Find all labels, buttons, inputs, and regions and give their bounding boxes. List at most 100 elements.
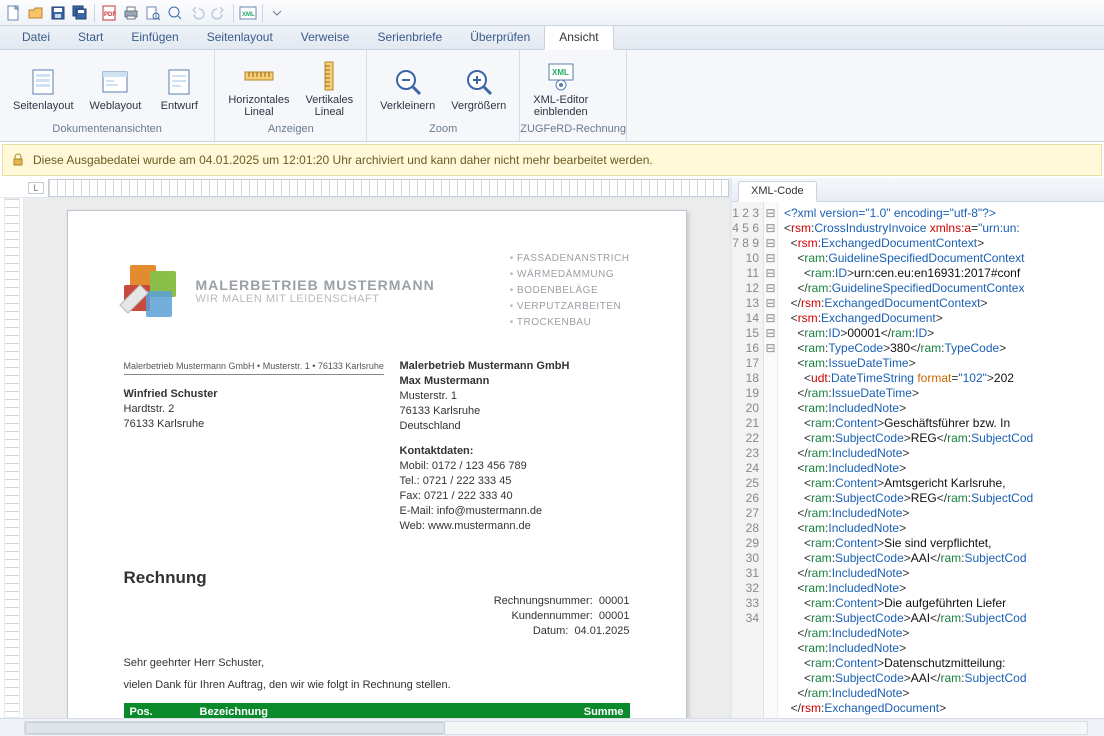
- save-icon[interactable]: [48, 3, 68, 23]
- sender-block: Malerbetrieb Mustermann GmbH Max Musterm…: [400, 359, 630, 534]
- scrollbar-track[interactable]: [24, 721, 1088, 735]
- sender-email: E-Mail: info@mustermann.de: [400, 504, 630, 519]
- archive-notice-text: Diese Ausgabedatei wurde am 04.01.2025 u…: [33, 153, 653, 167]
- save-all-icon[interactable]: [70, 3, 90, 23]
- ribbon-button-label: Entwurf: [161, 100, 198, 112]
- ribbon-group: Seitenlayout Weblayout Entwurf Dokumentenan…: [0, 50, 215, 141]
- h-ruler-icon: [243, 60, 275, 92]
- date-label: Datum:: [533, 625, 568, 637]
- sender-street: Musterstr. 1: [400, 389, 630, 404]
- xml-icon[interactable]: XML: [238, 3, 258, 23]
- xml-fold-gutter[interactable]: ⊟ ⊟ ⊟ ⊟ ⊟ ⊟ ⊟ ⊟ ⊟ ⊟: [764, 202, 778, 718]
- cust-no: 00001: [599, 610, 630, 622]
- service-item: BODENBELÄGE: [510, 283, 630, 299]
- vergroessern-button[interactable]: Vergrößern: [444, 61, 513, 117]
- horizontal-scrollbar[interactable]: [0, 718, 1104, 736]
- brand-name: MALERBETRIEB MUSTERMANN: [196, 277, 435, 293]
- th-pos: Pos.: [124, 703, 194, 718]
- separator: [233, 4, 234, 22]
- page-layout-icon: [27, 66, 59, 98]
- document-pane: L: [0, 178, 732, 718]
- web-layout-icon: [99, 66, 131, 98]
- tab-datei[interactable]: Datei: [8, 26, 64, 49]
- xml-editor-button[interactable]: XML XML-Editoreinblenden: [526, 55, 595, 123]
- cust-no-label: Kundennummer:: [511, 610, 592, 622]
- recipient-street: Hardtstr. 2: [124, 402, 384, 417]
- ribbon-button-label: Verkleinern: [380, 100, 435, 112]
- archive-notice: Diese Ausgabedatei wurde am 04.01.2025 u…: [2, 144, 1102, 176]
- scrollbar-thumb[interactable]: [25, 722, 445, 734]
- ribbon-button-label: HorizontalesLineal: [228, 94, 289, 118]
- document-page: MALERBETRIEB MUSTERMANN WIR MALEN MIT LE…: [67, 210, 687, 718]
- h-ruler-body[interactable]: [48, 179, 729, 197]
- svg-text:XML: XML: [242, 12, 255, 18]
- svg-text:XML: XML: [552, 68, 569, 77]
- vertical-ruler[interactable]: [0, 198, 24, 718]
- v-lineal-button[interactable]: VertikalesLineal: [298, 55, 360, 123]
- xml-gutter: 1 2 3 4 5 6 7 8 9 10 11 12 13 14 15 16 1…: [732, 202, 764, 718]
- xml-editor[interactable]: 1 2 3 4 5 6 7 8 9 10 11 12 13 14 15 16 1…: [732, 202, 1104, 718]
- ribbon-group: XMLXML-EditoreinblendenZUGFeRD-Rechnung: [520, 50, 627, 141]
- sender-company: Malerbetrieb Mustermann GmbH: [400, 359, 630, 374]
- document-canvas[interactable]: MALERBETRIEB MUSTERMANN WIR MALEN MIT LE…: [24, 198, 729, 718]
- xml-editor-icon: XML: [545, 60, 577, 92]
- contacts-header: Kontaktdaten:: [400, 444, 630, 459]
- tab-verweise[interactable]: Verweise: [287, 26, 364, 49]
- ribbon-group-caption: Dokumentenansichten: [0, 123, 214, 141]
- undo-icon[interactable]: [187, 3, 207, 23]
- xml-tab-bar: XML-Code: [732, 178, 1104, 202]
- sender-web: Web: www.mustermann.de: [400, 519, 630, 534]
- customize-qat-icon[interactable]: [267, 3, 287, 23]
- xml-pane: XML-Code 1 2 3 4 5 6 7 8 9 10 11 12 13 1…: [732, 178, 1104, 718]
- tab-einfügen[interactable]: Einfügen: [117, 26, 192, 49]
- separator: [94, 4, 95, 22]
- ribbon-tab-bar: DateiStartEinfügenSeitenlayoutVerweiseSe…: [0, 26, 1104, 50]
- sender-city: 76133 Karlsruhe: [400, 404, 630, 419]
- h-lineal-button[interactable]: HorizontalesLineal: [221, 55, 296, 123]
- ribbon-button-label: XML-Editoreinblenden: [533, 94, 588, 118]
- service-item: FASSADENANSTRICH: [510, 251, 630, 267]
- weblayout-button[interactable]: Weblayout: [83, 61, 149, 117]
- sender-mobile: Mobil: 0172 / 123 456 789: [400, 459, 630, 474]
- redo-icon[interactable]: [209, 3, 229, 23]
- horizontal-ruler[interactable]: L: [0, 178, 729, 198]
- ribbon-button-label: Weblayout: [90, 100, 142, 112]
- sender-contact: Max Mustermann: [400, 374, 630, 389]
- tab-seitenlayout[interactable]: Seitenlayout: [193, 26, 287, 49]
- th-desc: Bezeichnung: [194, 703, 540, 718]
- sender-tel: Tel.: 0721 / 222 333 45: [400, 474, 630, 489]
- quick-access-toolbar: PDF XML: [0, 0, 1104, 26]
- tab-serienbriefe[interactable]: Serienbriefe: [363, 26, 456, 49]
- intro-text: vielen Dank für Ihren Auftrag, den wir w…: [124, 679, 630, 691]
- print-icon[interactable]: [121, 3, 141, 23]
- recipient-block: Malerbetrieb Mustermann GmbH • Musterstr…: [124, 359, 384, 534]
- invoice-meta: Rechnungsnummer: 00001 Kundennummer: 000…: [124, 594, 630, 639]
- open-icon[interactable]: [26, 3, 46, 23]
- ribbon-button-label: VertikalesLineal: [305, 94, 353, 118]
- tab-start[interactable]: Start: [64, 26, 117, 49]
- inv-no-label: Rechnungsnummer:: [494, 595, 593, 607]
- service-item: TROCKENBAU: [510, 315, 630, 331]
- xml-code-area[interactable]: <?xml version="1.0" encoding="utf-8"?> <…: [778, 202, 1104, 718]
- entwurf-button[interactable]: Entwurf: [150, 61, 208, 117]
- salutation: Sehr geehrter Herr Schuster,: [124, 657, 630, 669]
- brand-slogan: WIR MALEN MIT LEIDENSCHAFT: [196, 293, 435, 305]
- v-ruler-icon: [313, 60, 345, 92]
- service-item: WÄRMEDÄMMUNG: [510, 267, 630, 283]
- tab-ansicht[interactable]: Ansicht: [544, 25, 613, 50]
- zoom-icon[interactable]: [165, 3, 185, 23]
- seitenlayout-button[interactable]: Seitenlayout: [6, 61, 81, 117]
- ruler-corner[interactable]: L: [28, 182, 44, 194]
- print-preview-icon[interactable]: [143, 3, 163, 23]
- tab-xml-code[interactable]: XML-Code: [738, 181, 817, 202]
- document-title: Rechnung: [124, 568, 630, 588]
- pdf-icon[interactable]: PDF: [99, 3, 119, 23]
- tab-überprüfen[interactable]: Überprüfen: [456, 26, 544, 49]
- verkleinern-button[interactable]: Verkleinern: [373, 61, 442, 117]
- service-item: VERPUTZARBEITEN: [510, 299, 630, 315]
- ribbon-group: VerkleinernVergrößernZoom: [367, 50, 520, 141]
- company-logo: MALERBETRIEB MUSTERMANN WIR MALEN MIT LE…: [124, 251, 435, 331]
- new-doc-icon[interactable]: [4, 3, 24, 23]
- ribbon-button-label: Seitenlayout: [13, 100, 74, 112]
- sender-country: Deutschland: [400, 419, 630, 434]
